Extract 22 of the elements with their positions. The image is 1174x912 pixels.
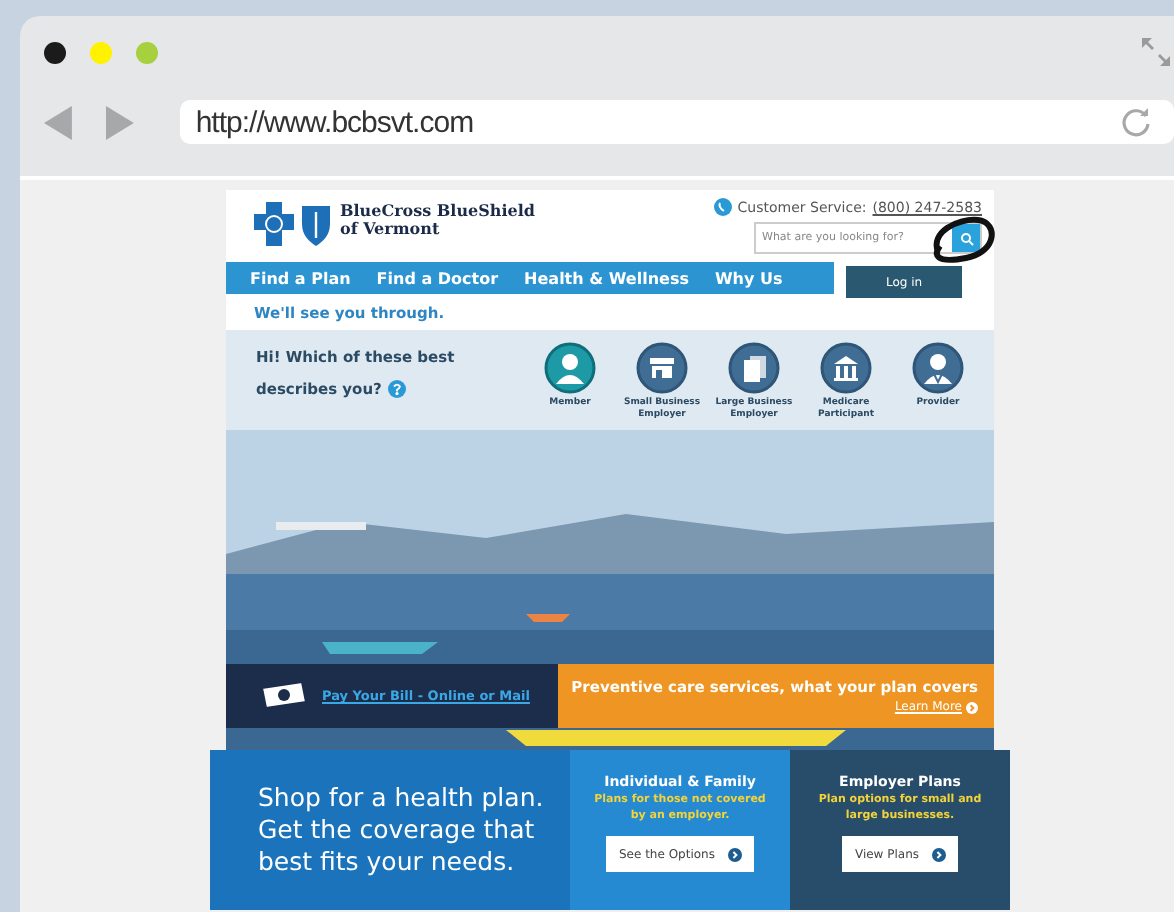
storefront-icon[interactable]	[636, 342, 688, 394]
help-icon[interactable]	[387, 380, 406, 399]
search-button[interactable]	[952, 224, 980, 252]
doctor-icon[interactable]	[912, 342, 964, 394]
minimize-dot[interactable]	[90, 41, 112, 63]
search-icon	[959, 231, 973, 245]
arrow-circle-icon	[727, 847, 741, 861]
address-bar[interactable]: http://www.bcbsvt.com	[179, 100, 1174, 144]
documents-icon[interactable]	[728, 342, 780, 394]
arrow-circle-icon	[931, 847, 946, 861]
shop-headline: Shop for a health plan. Get the coverage that best fits your needs.	[258, 782, 546, 878]
zoom-dot[interactable]	[136, 41, 158, 63]
brand-region: of Vermont	[340, 220, 442, 238]
person-icon[interactable]	[544, 342, 596, 394]
brand-name: BlueCross BlueShield	[340, 202, 535, 220]
url-text: http://www.bcbsvt.com	[195, 105, 474, 139]
logo-icon	[254, 202, 334, 246]
close-dot[interactable]	[44, 41, 66, 63]
phone-icon	[713, 198, 732, 216]
building-icon[interactable]	[820, 342, 872, 394]
money-icon	[258, 682, 310, 710]
arrow-circle-icon	[966, 701, 978, 713]
